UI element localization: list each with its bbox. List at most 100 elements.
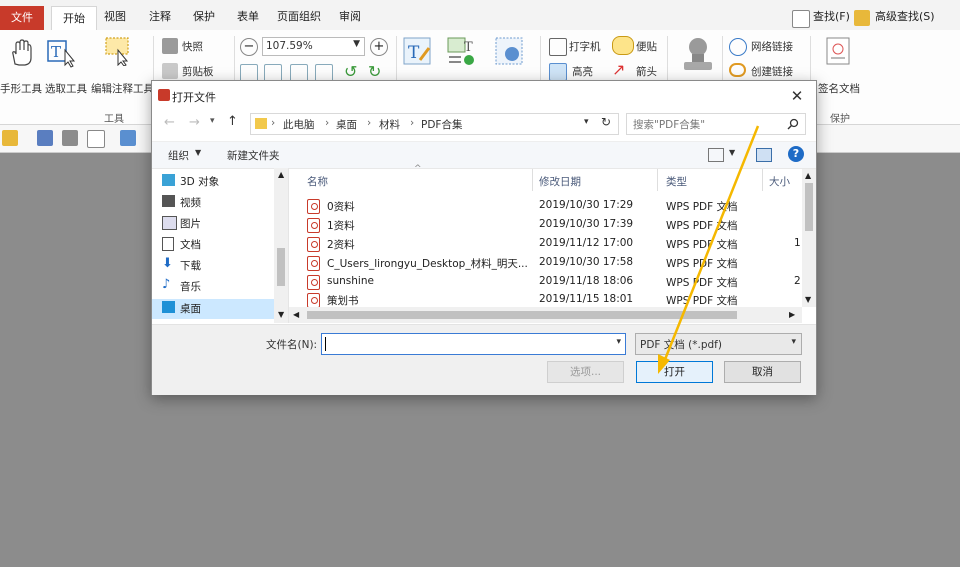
scroll-left-icon[interactable]: ◀ <box>293 310 299 319</box>
pdf-file-icon <box>307 293 320 308</box>
edit-text-icon[interactable]: T <box>402 36 432 66</box>
note-button[interactable]: 便贴 <box>636 39 657 54</box>
zoom-in-icon[interactable]: + <box>370 38 388 56</box>
new-folder-button[interactable]: 新建文件夹 <box>227 148 280 163</box>
refresh-icon[interactable]: ↻ <box>601 115 611 129</box>
file-row[interactable]: 0资料 2019/10/30 17:29 WPS PDF 文档 <box>307 197 777 215</box>
chevron-down-icon[interactable]: ▼ <box>729 148 735 157</box>
chevron-down-icon[interactable]: ▾ <box>616 337 621 347</box>
list-scroll-thumb[interactable] <box>805 183 813 231</box>
search-icon[interactable] <box>787 118 799 130</box>
rotate-left-icon[interactable]: ↺ <box>344 62 357 81</box>
tab-annotate[interactable]: 注释 <box>149 8 171 24</box>
scroll-up-icon[interactable]: ▲ <box>805 171 811 180</box>
clipboard-button[interactable]: 剪贴板 <box>182 64 214 79</box>
breadcrumb-this-pc[interactable]: 此电脑 <box>283 117 315 132</box>
forward-icon[interactable]: → <box>189 115 200 130</box>
address-dropdown-icon[interactable]: ▾ <box>584 117 589 127</box>
horizontal-scrollbar[interactable]: ◀ ▶ <box>289 307 802 323</box>
cancel-button[interactable]: 取消 <box>724 361 801 383</box>
nav-item-downloads[interactable]: ⬇ 下载 <box>162 256 201 273</box>
find-button[interactable]: 查找(F) <box>813 8 850 24</box>
file-type-select[interactable]: PDF 文档 (*.pdf) ▾ <box>635 333 802 355</box>
edit-object-icon[interactable] <box>494 36 524 66</box>
up-icon[interactable]: ↑ <box>227 114 238 129</box>
stamp-icon[interactable] <box>679 34 717 74</box>
file-date: 2019/11/15 18:01 <box>539 293 634 305</box>
back-icon[interactable]: ← <box>164 115 175 130</box>
breadcrumb-desktop[interactable]: 桌面 <box>336 117 357 132</box>
open-folder-icon[interactable] <box>2 130 18 146</box>
insert-image-icon[interactable]: T <box>446 36 476 66</box>
file-row[interactable]: C_Users_lirongyu_Desktop_材料_明天... 2019/1… <box>307 254 777 272</box>
save-icon[interactable] <box>37 130 53 146</box>
close-icon[interactable]: ✕ <box>786 85 808 107</box>
scan-icon[interactable] <box>120 130 136 146</box>
nav-scroll-thumb[interactable] <box>277 248 285 286</box>
help-icon[interactable]: ? <box>788 146 804 162</box>
view-mode-icon[interactable] <box>708 148 724 162</box>
zoom-out-icon[interactable]: − <box>240 38 258 56</box>
tab-file[interactable]: 文件 <box>0 6 44 30</box>
nav-item-3d[interactable]: 3D 对象 <box>162 174 219 189</box>
nav-item-music[interactable]: ♪ 音乐 <box>162 277 201 294</box>
rotate-right-icon[interactable]: ↻ <box>368 62 381 81</box>
scroll-up-icon[interactable]: ▲ <box>278 170 284 179</box>
tab-start[interactable]: 开始 <box>51 6 97 31</box>
email-icon[interactable] <box>87 130 105 148</box>
address-bar[interactable]: › 此电脑 › 桌面 › 材料 › PDF合集 ▾ ↻ <box>250 113 619 135</box>
recent-chevron-icon[interactable]: ▾ <box>210 116 215 126</box>
nav-item-desktop[interactable]: 桌面 <box>162 301 201 316</box>
breadcrumb-separator: › <box>410 117 415 129</box>
column-date[interactable]: 修改日期 <box>539 174 581 189</box>
breadcrumb-pdf-collection[interactable]: PDF合集 <box>421 117 462 132</box>
tab-review[interactable]: 审阅 <box>339 8 361 24</box>
horizontal-scroll-thumb[interactable] <box>307 311 737 319</box>
column-size[interactable]: 大小 <box>769 174 790 189</box>
search-box[interactable]: 搜索"PDF合集" <box>626 113 806 135</box>
file-row[interactable]: sunshine 2019/11/18 18:06 WPS PDF 文档 2 <box>307 273 801 291</box>
select-text-icon[interactable]: T <box>46 38 76 68</box>
scroll-down-icon[interactable]: ▼ <box>805 295 811 304</box>
sign-document-icon[interactable] <box>823 36 853 66</box>
snapshot-button[interactable]: 快照 <box>182 39 203 54</box>
breadcrumb-materials[interactable]: 材料 <box>379 117 400 132</box>
organize-button[interactable]: 组织 <box>168 148 189 163</box>
advanced-find-button[interactable]: 高级查找(S) <box>875 8 935 24</box>
highlight-button[interactable]: 高亮 <box>572 64 593 79</box>
zoom-field[interactable]: 107.59% ▼ <box>262 37 365 56</box>
file-size: 1 <box>794 237 801 249</box>
search-placeholder: 搜索"PDF合集" <box>633 119 706 131</box>
tab-view[interactable]: 视图 <box>104 8 126 24</box>
column-type[interactable]: 类型 <box>666 174 687 189</box>
tab-page-organize[interactable]: 页面组织 <box>277 8 321 24</box>
file-row[interactable]: 2资料 2019/11/12 17:00 WPS PDF 文档 1 <box>307 235 801 253</box>
print-icon[interactable] <box>62 130 78 146</box>
hand-tool-icon[interactable] <box>6 38 36 68</box>
scroll-down-icon[interactable]: ▼ <box>278 310 284 319</box>
filename-input[interactable]: ▾ <box>321 333 626 355</box>
options-button[interactable]: 选项... <box>547 361 624 383</box>
arrow-button[interactable]: 箭头 <box>636 64 657 79</box>
nav-item-videos[interactable]: 视频 <box>162 195 201 210</box>
chevron-down-icon: ▾ <box>791 337 796 347</box>
tab-form[interactable]: 表单 <box>237 8 259 24</box>
file-name: 1资料 <box>327 220 355 232</box>
preview-pane-icon[interactable] <box>756 148 772 162</box>
nav-item-documents[interactable]: 文档 <box>162 237 201 252</box>
file-row[interactable]: 1资料 2019/10/30 17:39 WPS PDF 文档 <box>307 216 777 234</box>
weblink-button[interactable]: 网络链接 <box>751 39 793 54</box>
scroll-right-icon[interactable]: ▶ <box>789 310 795 319</box>
nav-scrollbar[interactable]: ▲ ▼ <box>274 168 288 323</box>
edit-annotation-icon[interactable] <box>104 36 134 66</box>
create-link-button[interactable]: 创建链接 <box>751 64 793 79</box>
typewriter-button[interactable]: 打字机 <box>569 39 601 54</box>
group-tools-label: 工具 <box>104 114 124 125</box>
list-scrollbar[interactable]: ▲ ▼ <box>802 169 816 307</box>
open-button[interactable]: 打开 <box>636 361 713 383</box>
nav-item-pictures[interactable]: 图片 <box>162 216 201 231</box>
file-name: 策划书 <box>327 295 359 307</box>
column-name[interactable]: 名称 <box>307 174 328 189</box>
tab-protect[interactable]: 保护 <box>193 8 215 24</box>
file-size: 2 <box>794 275 801 287</box>
